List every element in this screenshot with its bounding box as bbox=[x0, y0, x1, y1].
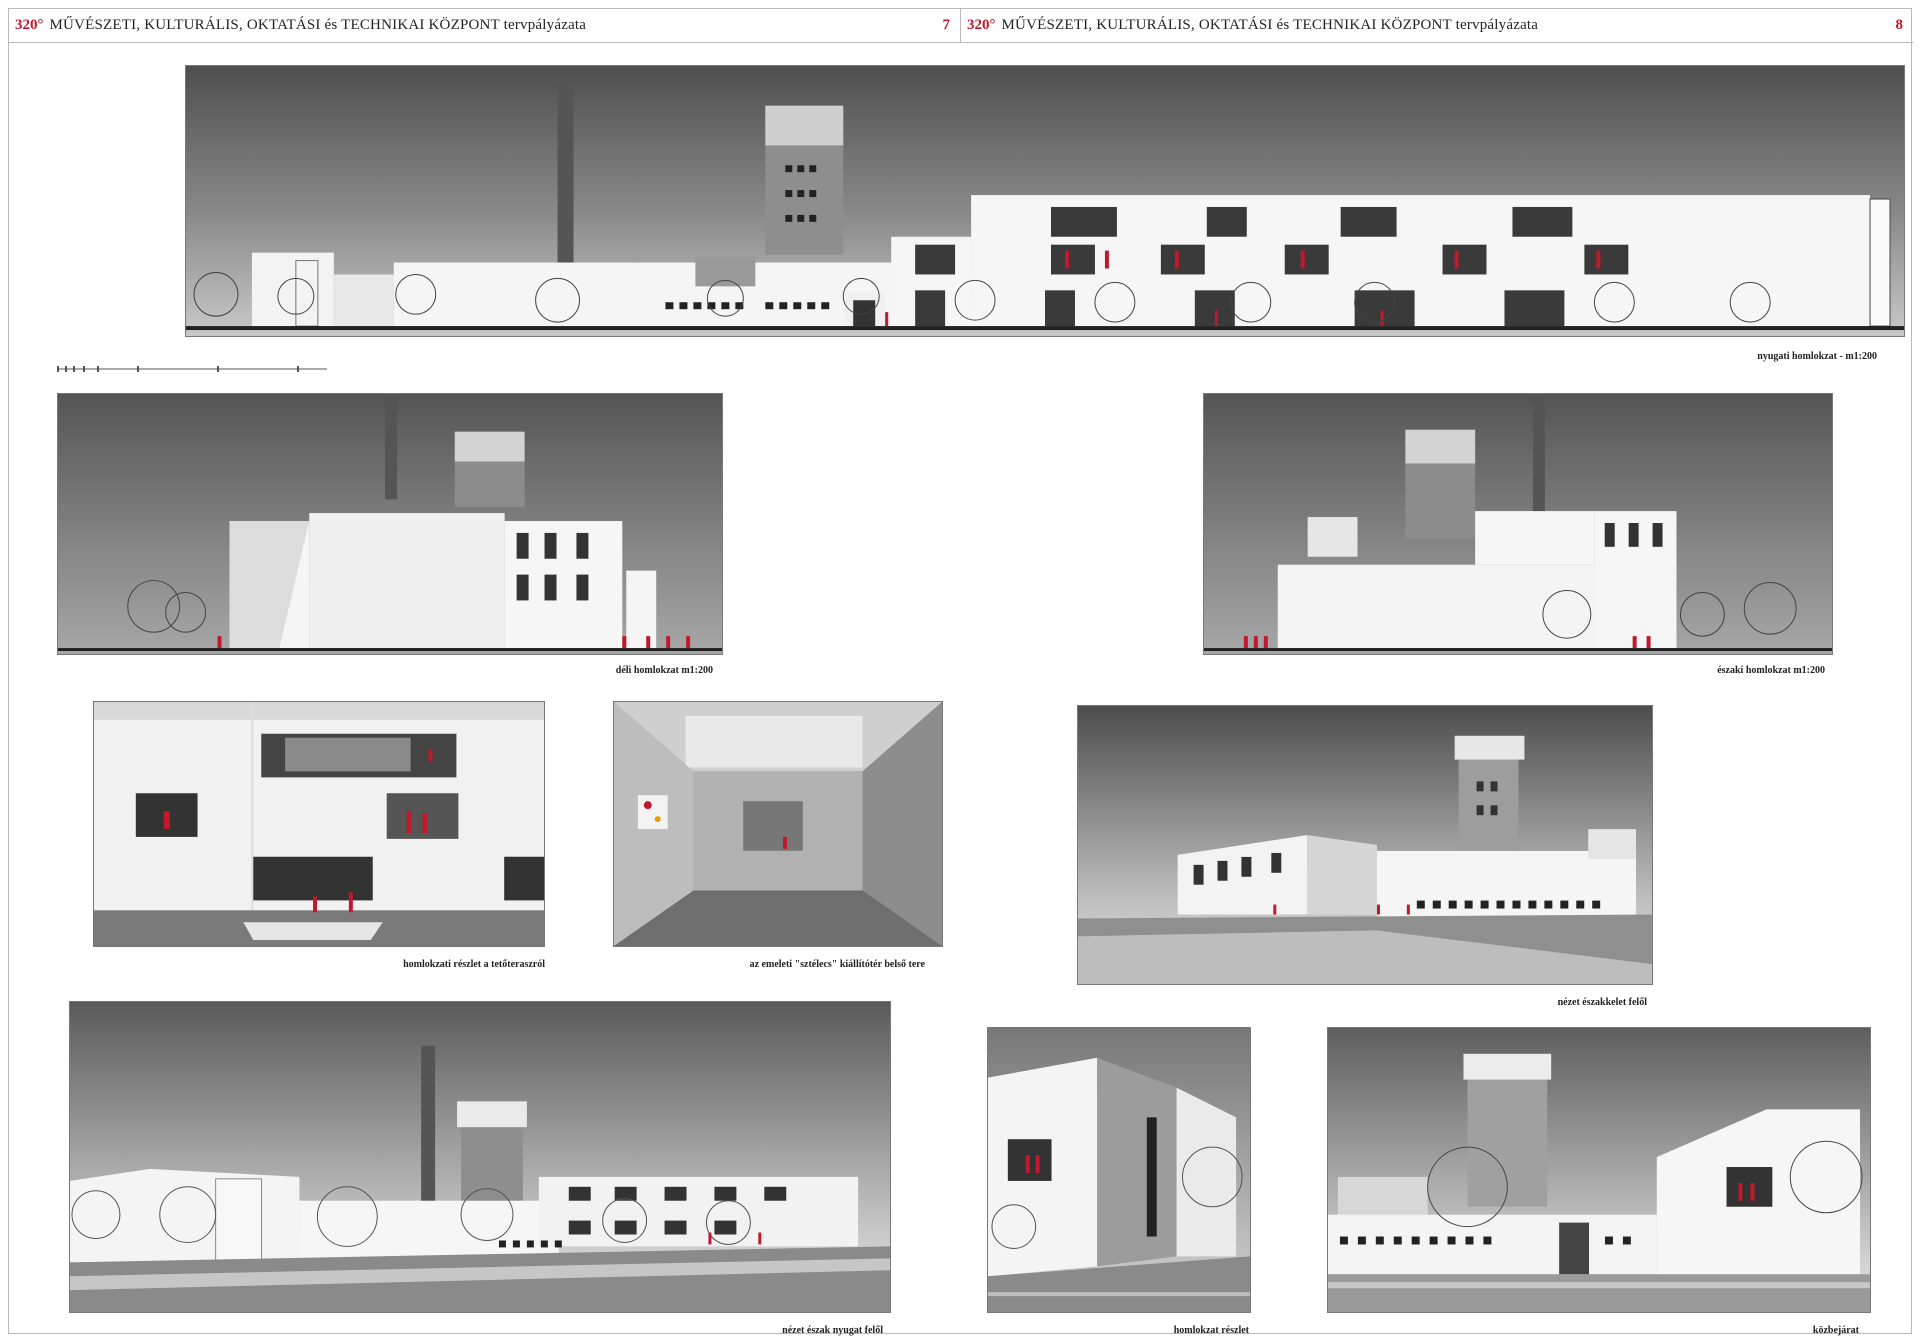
header-right-title: MŰVÉSZETI, KULTURÁLIS, OKTATÁSI és TECHN… bbox=[1001, 17, 1539, 33]
caption-facade-detail: homlokzati részlet a tetőteraszról bbox=[403, 959, 545, 970]
northeast-view-render bbox=[1077, 705, 1653, 985]
header-right: 320° MŰVÉSZETI, KULTURÁLIS, OKTATÁSI és … bbox=[961, 9, 1913, 43]
gallery-interior-render bbox=[613, 701, 943, 947]
caption-northwest-view: nézet észak nyugat felől bbox=[782, 1325, 883, 1336]
header-right-number: 320° bbox=[967, 17, 996, 33]
facade-detail-2-render bbox=[987, 1027, 1251, 1313]
caption-north-elevation: északi homlokzat m1:200 bbox=[1717, 665, 1825, 676]
northwest-view-render bbox=[69, 1001, 891, 1313]
north-elevation-drawing bbox=[1203, 393, 1833, 655]
header-left: 320° MŰVÉSZETI, KULTURÁLIS, OKTATÁSI és … bbox=[9, 9, 961, 43]
header-left-page: 7 bbox=[942, 17, 951, 33]
caption-gallery-interior: az emeleti "sztélecs" kiállítótér belső … bbox=[749, 959, 925, 970]
south-elevation-drawing bbox=[57, 393, 723, 655]
caption-west-elevation: nyugati homlokzat - m1:200 bbox=[1757, 351, 1877, 362]
west-elevation-drawing bbox=[185, 65, 1905, 337]
header-left-number: 320° bbox=[15, 17, 44, 33]
scale-bar bbox=[57, 366, 327, 372]
header-right-page: 8 bbox=[1895, 17, 1904, 33]
facade-detail-render bbox=[93, 701, 545, 947]
caption-street-view: közbejárat bbox=[1812, 1325, 1859, 1336]
caption-northeast-view: nézet északkelet felől bbox=[1557, 997, 1647, 1008]
caption-south-elevation: déli homlokzat m1:200 bbox=[615, 665, 713, 676]
poster-sheet: 320° MŰVÉSZETI, KULTURÁLIS, OKTATÁSI és … bbox=[8, 8, 1913, 1336]
caption-facade-detail-2: homlokzat részlet bbox=[1173, 1325, 1249, 1336]
street-view-render bbox=[1327, 1027, 1871, 1313]
header-left-title: MŰVÉSZETI, KULTURÁLIS, OKTATÁSI és TECHN… bbox=[49, 17, 587, 33]
